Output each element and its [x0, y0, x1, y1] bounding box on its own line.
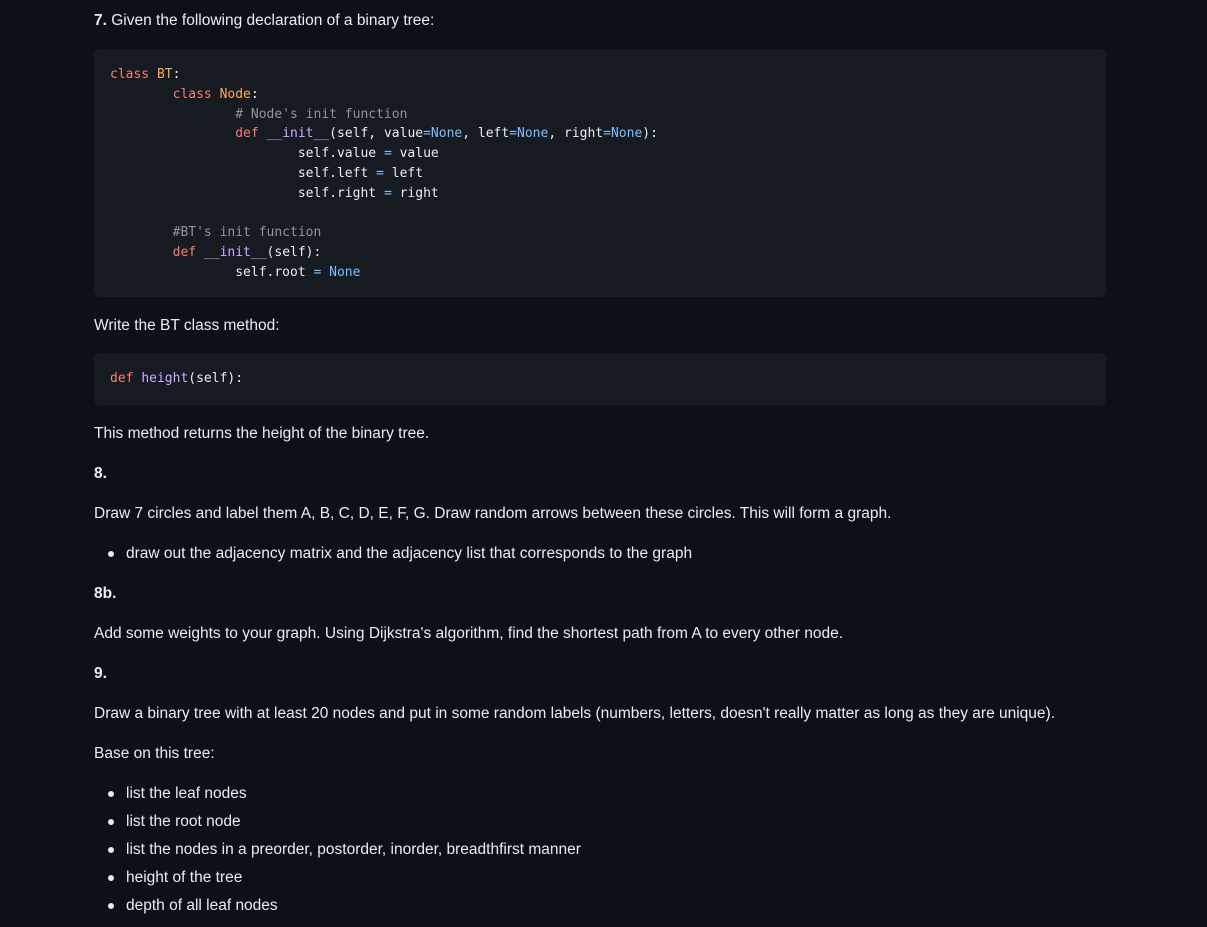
- write-method-text: Write the BT class method:: [94, 317, 280, 334]
- list-item-text: depth of all leaf nodes: [126, 897, 278, 914]
- code-token: class: [110, 86, 220, 102]
- list-item: draw out the adjacency matrix and the ad…: [94, 544, 692, 572]
- code-token: Node: [219, 86, 251, 102]
- height-method-code: def height(self):: [110, 369, 243, 389]
- q9-text: Draw a binary tree with at least 20 node…: [94, 705, 1056, 722]
- bullet-icon: [108, 551, 114, 557]
- list-item-text: list the leaf nodes: [126, 785, 247, 802]
- code-token: ):: [642, 126, 658, 142]
- code-token: BT: [156, 67, 173, 82]
- code-token: self.root: [110, 264, 314, 280]
- code-token: value: [391, 146, 439, 162]
- code-token: None: [430, 126, 463, 142]
- code-token: =: [376, 165, 384, 181]
- bullet-icon: [108, 875, 114, 881]
- height-method-code-block[interactable]: def height(self):: [94, 353, 1106, 405]
- bullet-icon: [108, 847, 114, 853]
- q7-number: 7.: [94, 12, 107, 29]
- code-token: self.value: [110, 146, 384, 162]
- code-token: def: [110, 371, 142, 386]
- code-token: None: [329, 264, 361, 280]
- code-token: __init__: [266, 126, 330, 142]
- code-token: # Node's init function: [110, 106, 408, 122]
- returns-text: This method returns the height of the bi…: [94, 425, 430, 442]
- code-token: __init__: [203, 245, 267, 261]
- code-token: None: [610, 126, 643, 142]
- q8-bullet-list: draw out the adjacency matrix and the ad…: [94, 544, 692, 572]
- list-item-text: draw out the adjacency matrix and the ad…: [126, 545, 693, 562]
- code-token: def: [110, 245, 204, 261]
- code-token: =: [423, 126, 431, 142]
- q8-number: 8.: [94, 465, 107, 482]
- assignment-page: 7. Given the following declaration of a …: [0, 0, 1207, 927]
- bullet-icon: [108, 791, 114, 797]
- code-token: right: [391, 185, 439, 201]
- code-token: None: [517, 126, 549, 142]
- bt-class-code: class BT: class Node: # Node's init func…: [110, 65, 658, 283]
- list-item: list the root node: [94, 812, 581, 840]
- q7-heading: 7. Given the following declaration of a …: [94, 11, 434, 31]
- list-item: depth of all leaf nodes: [94, 896, 581, 924]
- code-token: , left: [462, 126, 510, 142]
- code-token: (self):: [266, 245, 322, 261]
- code-token: self.left: [110, 165, 377, 181]
- list-item: height of the tree: [94, 868, 581, 896]
- q7-intro: Given the following declaration of a bin…: [111, 12, 435, 29]
- code-token: :: [172, 67, 181, 82]
- code-token: =: [603, 126, 611, 142]
- code-token: class: [110, 67, 157, 82]
- q9-number: 9.: [94, 665, 107, 682]
- code-token: height: [141, 371, 189, 386]
- code-token: :: [250, 86, 259, 102]
- code-token: def: [110, 126, 267, 142]
- q9-bullet-list: list the leaf nodes list the root node l…: [94, 784, 581, 924]
- code-token: left: [383, 165, 424, 181]
- list-item: list the nodes in a preorder, postorder,…: [94, 840, 581, 868]
- code-token: #BT's init function: [110, 225, 322, 241]
- q9-base-text: Base on this tree:: [94, 745, 215, 762]
- bullet-icon: [108, 819, 114, 825]
- code-token: =: [383, 146, 392, 162]
- code-token: =: [509, 126, 518, 142]
- bullet-icon: [108, 903, 114, 909]
- q8-text: Draw 7 circles and label them A, B, C, D…: [94, 505, 892, 522]
- code-token: (self, value: [329, 126, 424, 142]
- q8b-number: 8b.: [94, 585, 117, 602]
- bt-class-code-block[interactable]: class BT: class Node: # Node's init func…: [94, 49, 1106, 297]
- list-item-text: height of the tree: [126, 869, 243, 886]
- code-token: , right: [548, 126, 604, 142]
- code-token: =: [383, 185, 392, 201]
- code-token: (self):: [188, 371, 244, 386]
- list-item: list the leaf nodes: [94, 784, 581, 812]
- list-item-text: list the nodes in a preorder, postorder,…: [126, 841, 581, 858]
- q8b-text: Add some weights to your graph. Using Di…: [94, 625, 844, 642]
- list-item-text: list the root node: [126, 813, 241, 830]
- code-token: self.right: [110, 185, 384, 201]
